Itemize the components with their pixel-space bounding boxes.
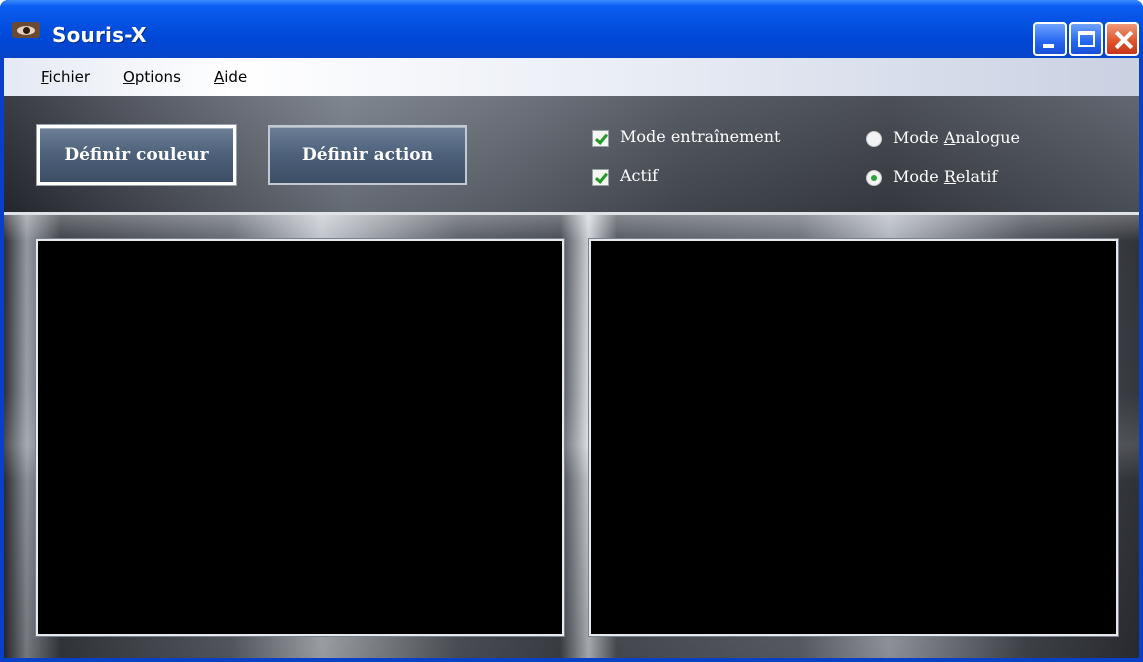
define-color-button[interactable]: Définir couleur [36, 124, 237, 186]
training-mode-checkbox[interactable] [592, 130, 609, 147]
active-label[interactable]: Actif [620, 166, 658, 185]
training-mode-label[interactable]: Mode entraînement [620, 127, 780, 146]
define-action-button[interactable]: Définir action [268, 125, 467, 185]
client-area: Fichier Options Aide Définir couleur Déf… [4, 58, 1139, 658]
maximize-icon [1078, 31, 1095, 47]
relative-mode-label[interactable]: Mode Relatif [893, 167, 997, 186]
minimize-icon [1043, 44, 1054, 48]
menu-bar: Fichier Options Aide [4, 58, 1139, 96]
analog-mode-radio[interactable] [866, 131, 882, 147]
relative-mode-radio[interactable] [866, 170, 882, 186]
eye-icon[interactable] [12, 22, 40, 38]
minimize-button[interactable] [1033, 22, 1067, 56]
video-panel [4, 215, 1139, 658]
toolbar-divider [4, 212, 1139, 215]
menu-fichier[interactable]: Fichier [41, 68, 90, 86]
app-window: Souris-X Fichier Options Aide Définir co… [0, 0, 1143, 662]
menu-aide[interactable]: Aide [214, 68, 247, 86]
active-checkbox[interactable] [592, 169, 609, 186]
window-title: Souris-X [52, 23, 147, 47]
camera-view-left[interactable] [36, 239, 564, 636]
menu-options[interactable]: Options [123, 68, 181, 86]
camera-view-right[interactable] [589, 239, 1118, 636]
maximize-button[interactable] [1069, 22, 1103, 56]
analog-mode-label[interactable]: Mode Analogue [893, 128, 1020, 147]
close-button[interactable] [1105, 22, 1139, 56]
title-bar[interactable]: Souris-X [0, 0, 1143, 58]
